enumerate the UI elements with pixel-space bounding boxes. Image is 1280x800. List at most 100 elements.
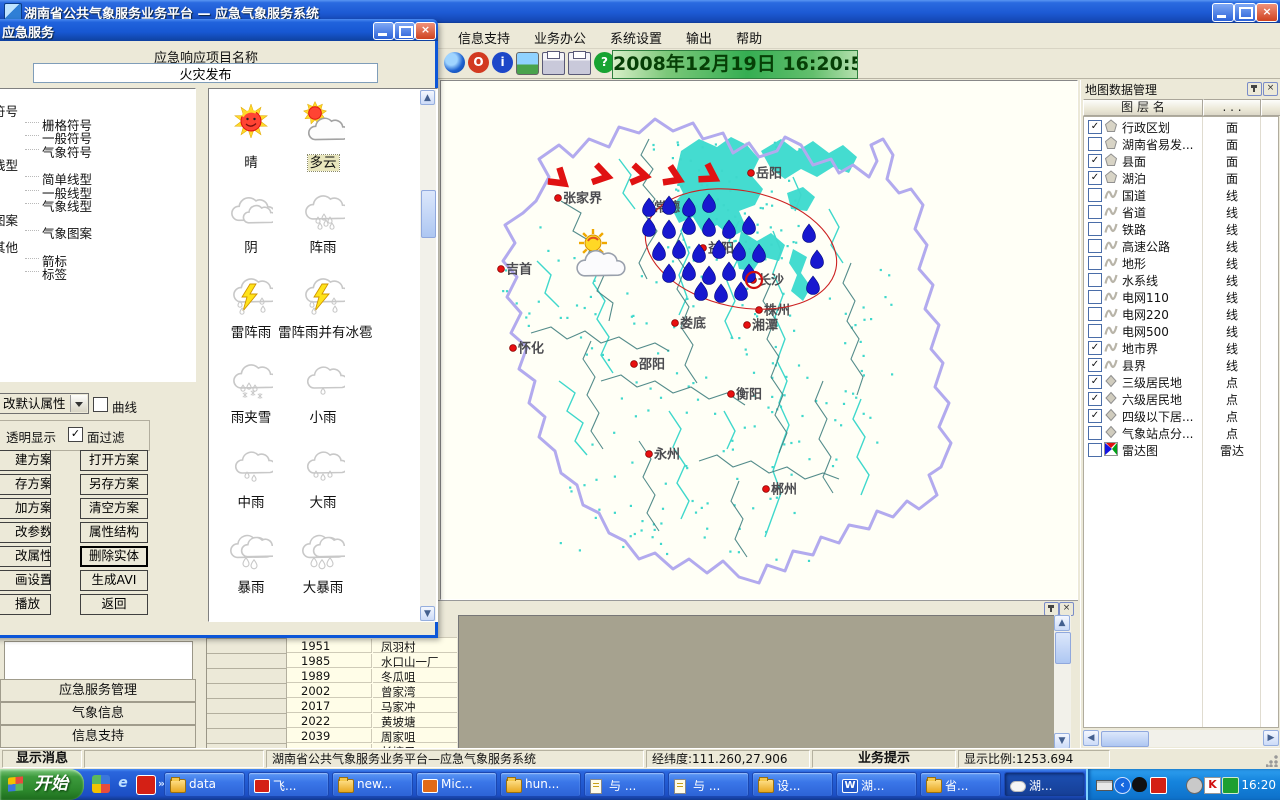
layers-hscrollbar[interactable]: ◀ ▶ (1083, 730, 1279, 747)
scroll-thumb[interactable] (1055, 632, 1071, 664)
layer-row-四级以下居...[interactable]: ✓四级以下居...点 (1084, 407, 1278, 424)
language-icon[interactable]: ‹ (1114, 777, 1131, 794)
symbol-晴[interactable] (229, 101, 273, 145)
task-button-与 ...[interactable]: 与 ... (668, 772, 749, 797)
scroll-thumb[interactable] (421, 190, 436, 238)
face-filter-checkbox[interactable]: ✓ (68, 427, 83, 442)
task-button-飞...[interactable]: 飞... (248, 772, 329, 797)
red-app-icon[interactable] (1150, 777, 1167, 794)
task-button-湖...[interactable]: W湖... (836, 772, 917, 797)
layer-checkbox[interactable]: ✓ (1088, 409, 1102, 423)
scroll-up-icon[interactable]: ▲ (420, 90, 435, 105)
tree-group-符号[interactable]: 符号 (0, 101, 195, 115)
ie-icon[interactable]: e (114, 775, 132, 793)
curve-checkbox[interactable] (93, 397, 108, 412)
layer-checkbox[interactable] (1088, 290, 1102, 304)
layers-col-extra[interactable] (1261, 99, 1280, 116)
layer-checkbox[interactable] (1088, 256, 1102, 270)
layer-row-湖南省易发...[interactable]: 湖南省易发...面 (1084, 135, 1278, 152)
button-改属性[interactable]: 改属性 (0, 546, 51, 567)
table-row[interactable]: 2002曾家湾 (207, 684, 457, 699)
layer-row-水系线[interactable]: 水系线线 (1084, 271, 1278, 288)
button-画设置[interactable]: 画设置 (0, 570, 51, 591)
close-icon[interactable]: × (1059, 602, 1074, 616)
chevron-down-icon[interactable] (70, 395, 87, 412)
app-icon[interactable] (92, 775, 110, 793)
info-icon[interactable]: i (492, 52, 513, 73)
layer-checkbox[interactable]: ✓ (1088, 341, 1102, 355)
layers-col-dots[interactable]: . . . (1203, 99, 1261, 116)
stop-icon[interactable]: O (468, 52, 489, 73)
layer-checkbox[interactable] (1088, 137, 1102, 151)
restore-button[interactable] (1234, 3, 1256, 22)
layer-checkbox[interactable]: ✓ (1088, 154, 1102, 168)
layer-row-县界[interactable]: ✓县界线 (1084, 356, 1278, 373)
tree-group-图案[interactable]: 图案 (0, 210, 195, 224)
dialog-close-button[interactable]: × (415, 22, 436, 40)
kaspersky-icon[interactable]: K (1204, 777, 1221, 794)
tree-item-气象线型[interactable]: 气象线型 (0, 196, 195, 210)
project-name-input[interactable] (33, 63, 378, 83)
symbol-雷阵雨并有冰雹[interactable] (301, 271, 345, 315)
task-button-hun...[interactable]: hun... (500, 772, 581, 797)
qq-icon[interactable] (1132, 777, 1147, 792)
symbol-大雨[interactable] (301, 441, 345, 485)
button-生成AVI[interactable]: 生成AVI (80, 570, 148, 591)
panel-bar-应急服务管理[interactable]: 应急服务管理 (0, 679, 196, 702)
tree-group-其他[interactable]: 其他 (0, 237, 195, 251)
layer-row-铁路[interactable]: 铁路线 (1084, 220, 1278, 237)
task-button-data[interactable]: data (164, 772, 245, 797)
layer-checkbox[interactable] (1088, 443, 1102, 457)
pin-icon[interactable] (1044, 602, 1059, 616)
scroll-down-icon[interactable]: ▼ (1054, 733, 1070, 749)
dialog-restore-button[interactable] (394, 22, 415, 40)
button-另存方案[interactable]: 另存方案 (80, 474, 148, 495)
button-改参数[interactable]: 改参数 (0, 522, 51, 543)
dialog-minimize-button[interactable] (373, 22, 394, 40)
panel-bar-信息支持[interactable]: 信息支持 (0, 725, 196, 748)
button-属性结构[interactable]: 属性结构 (80, 522, 148, 543)
layer-row-国道[interactable]: 国道线 (1084, 186, 1278, 203)
symbol-scrollbar[interactable]: ▲ ▼ (420, 90, 436, 621)
table-row[interactable]: 1989冬瓜咀 (207, 669, 457, 684)
layer-checkbox[interactable] (1088, 307, 1102, 321)
audio-icon[interactable] (1186, 777, 1203, 794)
symbol-大暴雨[interactable] (301, 526, 345, 570)
menu-item-3[interactable]: 输出 (674, 23, 724, 47)
layer-row-电网110[interactable]: 电网110线 (1084, 288, 1278, 305)
layer-row-县面[interactable]: ✓县面面 (1084, 152, 1278, 169)
table-row[interactable]: 2022黄坡塘 (207, 714, 457, 729)
layer-checkbox[interactable] (1088, 205, 1102, 219)
button-播放[interactable]: 播放 (0, 594, 51, 615)
layer-row-六级居民地[interactable]: ✓六级居民地点 (1084, 390, 1278, 407)
layer-checkbox[interactable] (1088, 273, 1102, 287)
table-row[interactable]: 1985水口山一厂 (207, 654, 457, 669)
symbol-中雨[interactable] (229, 441, 273, 485)
book-icon[interactable] (1222, 777, 1239, 794)
message-vscrollbar[interactable]: ▲ ▼ (1054, 615, 1071, 749)
tree-item-简单线型[interactable]: 简单线型 (0, 169, 195, 183)
symbol-雨夹雪[interactable] (229, 356, 273, 400)
close-icon[interactable]: × (1263, 82, 1278, 96)
scroll-up-icon[interactable]: ▲ (1054, 615, 1070, 631)
layer-checkbox[interactable] (1088, 239, 1102, 253)
keyboard-icon[interactable] (1096, 780, 1113, 791)
start-button[interactable]: 开始 (0, 769, 84, 800)
menu-item-1[interactable]: 业务办公 (522, 23, 598, 47)
button-打开方案[interactable]: 打开方案 (80, 450, 148, 471)
tree-group-线型[interactable]: 线型 (0, 155, 195, 169)
layer-row-高速公路[interactable]: 高速公路线 (1084, 237, 1278, 254)
print-icon[interactable] (542, 52, 565, 75)
tree-item-气象符号[interactable]: 气象符号 (0, 142, 195, 156)
minimize-button[interactable] (1212, 3, 1234, 22)
tree-item-一般符号[interactable]: 一般符号 (0, 128, 195, 142)
button-建方案[interactable]: 建方案 (0, 450, 51, 471)
scroll-right-icon[interactable]: ▶ (1263, 730, 1279, 746)
layer-checkbox[interactable]: ✓ (1088, 171, 1102, 185)
tree-item-箭标[interactable]: 箭标 (0, 251, 195, 265)
print-preview-icon[interactable] (568, 52, 591, 75)
symbol-雷阵雨[interactable] (229, 271, 273, 315)
table-row[interactable]: 2039周家咀 (207, 729, 457, 744)
layers-col-name[interactable]: 图 层 名 (1083, 99, 1203, 116)
table-row[interactable]: 1951凤羽村 (207, 639, 457, 654)
